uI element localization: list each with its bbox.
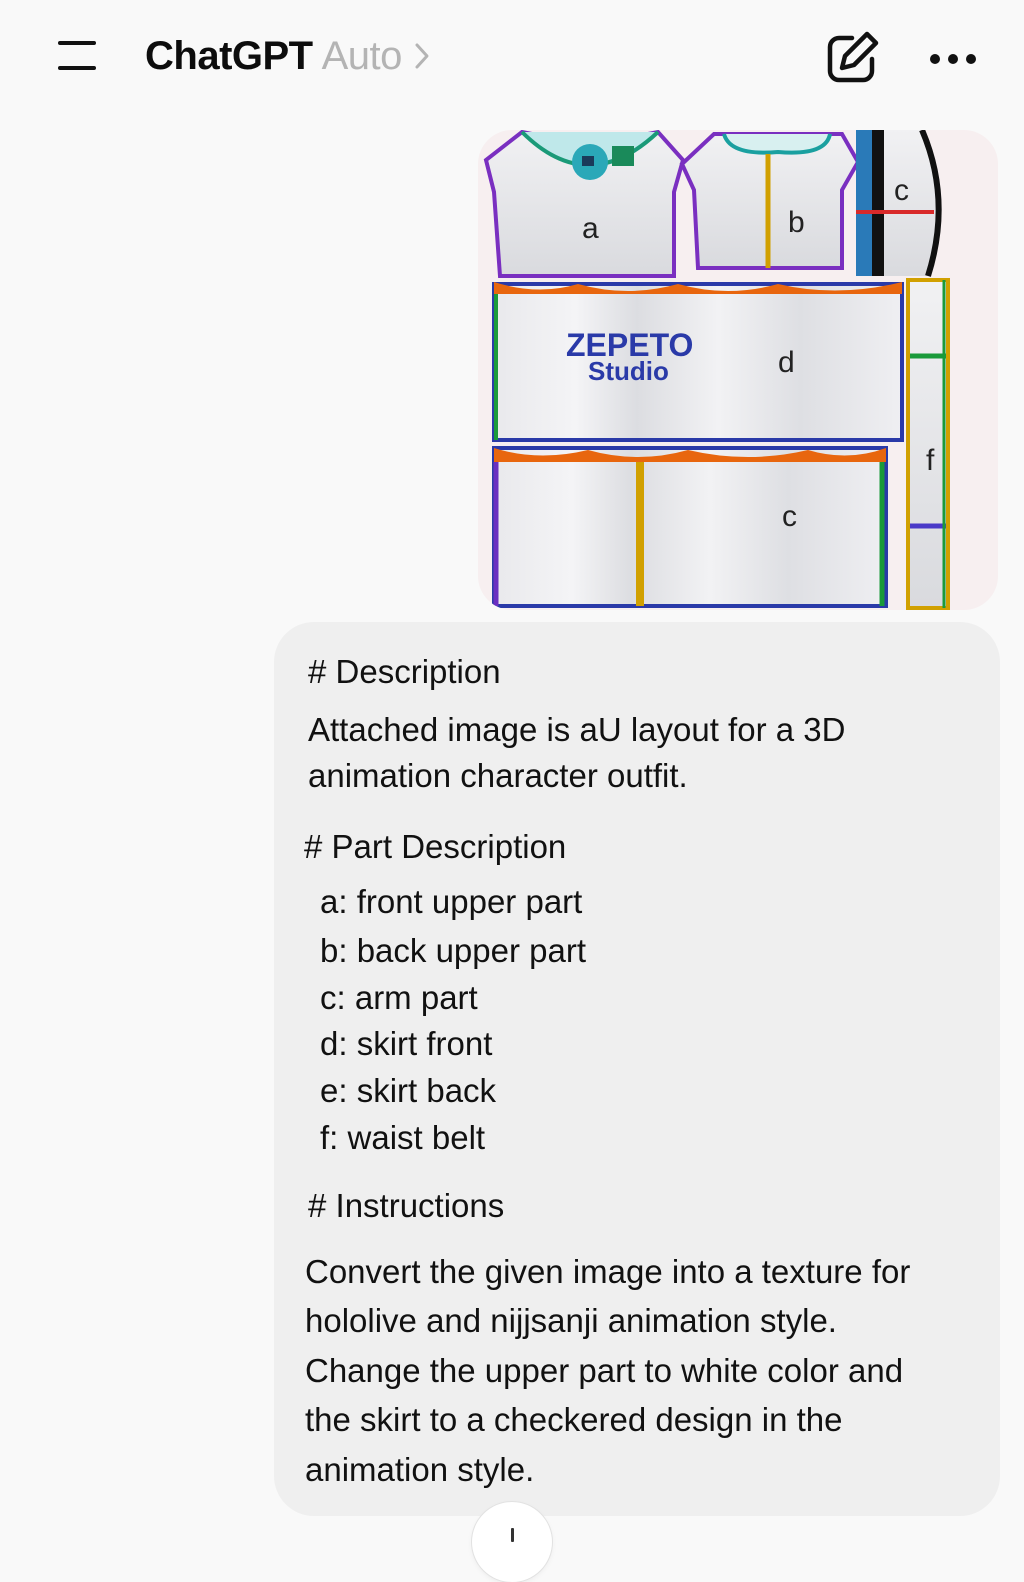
panel-label-c-bottom: c: [782, 500, 797, 533]
more-icon-dot: [948, 54, 958, 64]
description-line: Attached image is aU layout for a 3D: [308, 711, 846, 748]
top-bar: ChatGPT Auto: [0, 0, 1024, 112]
part-item: d: skirt front: [320, 1025, 493, 1062]
app-title: ChatGPT: [145, 33, 313, 78]
description-line: animation character outfit.: [308, 757, 688, 794]
logo-studio: Studio: [588, 356, 669, 386]
arrow-down-icon: [511, 1528, 514, 1542]
panel-skirt-back: c: [492, 446, 888, 608]
panel-label-c-top: c: [894, 174, 909, 207]
panel-label-b: b: [788, 206, 805, 239]
new-chat-icon: [827, 31, 879, 83]
panel-label-f: f: [926, 444, 935, 477]
panel-d-skirt-front: ZEPETO Studio d: [492, 282, 904, 442]
scroll-down-button[interactable]: [472, 1502, 552, 1582]
part-item: a: front upper part: [320, 883, 583, 920]
model-selector[interactable]: ChatGPT Auto: [145, 30, 430, 82]
menu-button[interactable]: [50, 34, 102, 78]
part-item: e: skirt back: [320, 1072, 497, 1109]
menu-icon: [58, 41, 96, 45]
heading-part-description: # Part Description: [304, 828, 567, 865]
menu-icon-bar: [58, 66, 96, 70]
instruction-line: Convert the given image into a texture f…: [305, 1253, 911, 1290]
more-options-button[interactable]: [922, 38, 984, 80]
user-message-bubble: # Description Attached image is aU layou…: [274, 622, 1000, 1516]
new-chat-button[interactable]: [822, 28, 884, 88]
heading-description: # Description: [308, 653, 501, 690]
instruction-line: hololive and nijjsanji animation style.: [305, 1302, 837, 1339]
chevron-right-icon: [414, 42, 430, 70]
part-item: c: arm part: [320, 979, 478, 1016]
panel-a-front-upper: a: [483, 130, 686, 278]
panel-c-arm: c: [856, 130, 942, 277]
more-icon: [930, 54, 940, 64]
part-item: f: waist belt: [320, 1119, 486, 1156]
panel-label-a: a: [582, 212, 599, 245]
instruction-line: Change the upper part to white color and: [305, 1352, 904, 1389]
panel-label-d: d: [778, 346, 795, 379]
instruction-line: animation style.: [305, 1451, 535, 1488]
panel-b-back-upper: b: [679, 132, 861, 270]
attached-image[interactable]: a b c ZEPETO Studio d c f: [478, 130, 998, 610]
panel-f-waist-belt: f: [906, 278, 950, 610]
heading-instructions: # Instructions: [308, 1187, 505, 1224]
model-label: Auto: [321, 33, 403, 78]
part-item: b: back upper part: [320, 932, 586, 969]
more-icon-dot: [966, 54, 976, 64]
instruction-line: the skirt to a checkered design in the: [305, 1401, 843, 1438]
